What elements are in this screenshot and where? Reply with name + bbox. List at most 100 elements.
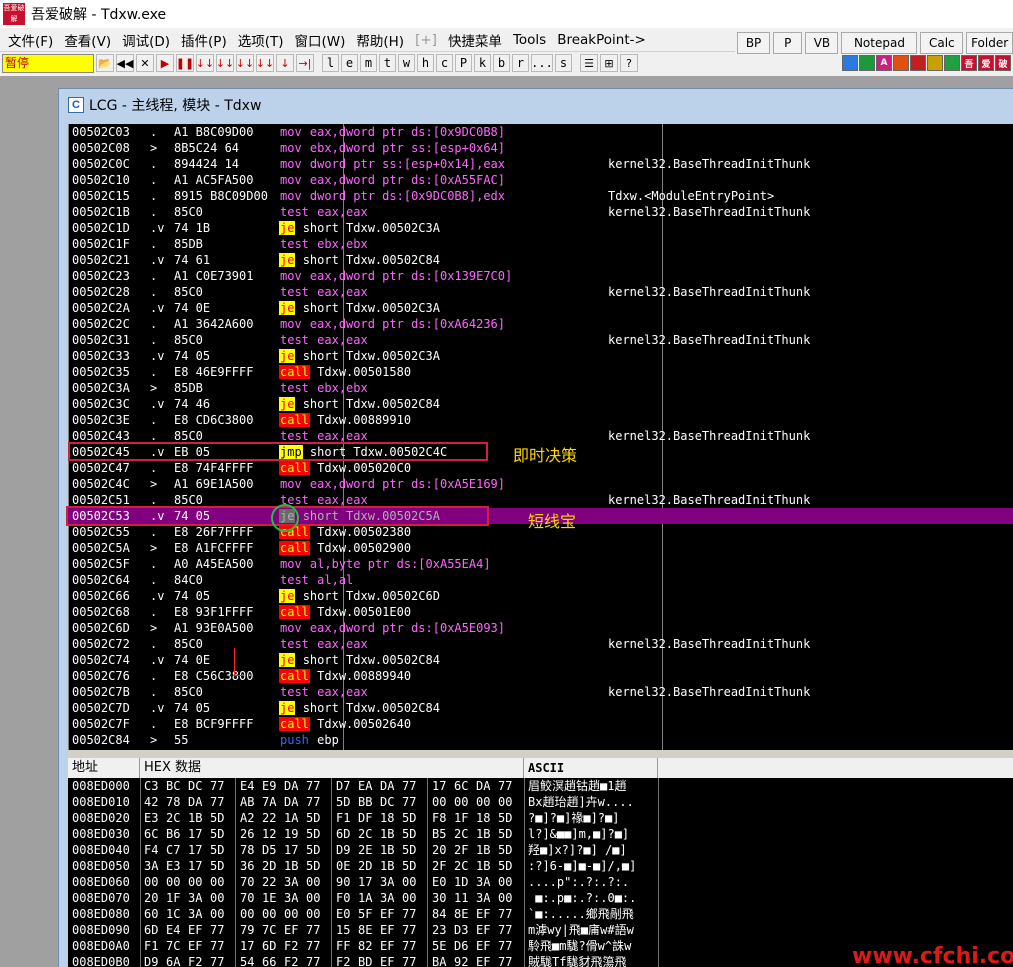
toolbar-button[interactable]: ✕ [136, 54, 154, 72]
window-button-w[interactable]: w [398, 54, 415, 72]
toolbar-button[interactable]: ▶ [156, 54, 174, 72]
menu-item[interactable]: 插件(P) [177, 30, 234, 50]
disasm-row[interactable]: 00502C74 .v 74 0E je short Tdxw.00502C84 [68, 652, 1013, 668]
menu-item[interactable]: 帮助(H) [352, 30, 411, 50]
dump-col-address[interactable]: 地址 [68, 758, 140, 778]
disasm-row[interactable]: 00502C08 >8B5C24 64 mov ebx,dword ptr ss:[… [68, 140, 1013, 156]
plugin-button[interactable]: 破 [995, 55, 1011, 71]
window-button-b[interactable]: b [493, 54, 510, 72]
menu-item[interactable]: 窗口(W) [291, 30, 353, 50]
disasm-row[interactable]: 00502C1F. 85DB test ebx,ebx [68, 236, 1013, 252]
menu-item[interactable]: 快捷菜单 [444, 30, 509, 50]
quick-button-vb[interactable]: VB [805, 32, 839, 54]
plugin-button[interactable]: A [876, 55, 892, 71]
disasm-row[interactable]: 00502C7F. E8 BCF9FFFF call Tdxw.00502640 [68, 716, 1013, 732]
cpu-window-titlebar[interactable]: C LCG - 主线程, 模块 - Tdxw [59, 89, 1013, 121]
disasm-row[interactable]: 00502C33 .v 74 05 je short Tdxw.00502C3A [68, 348, 1013, 364]
window-button-more[interactable]: ... [531, 54, 553, 72]
disasm-row[interactable]: 00502C5F. A0 A45EA500 mov al,byte ptr ds:[… [68, 556, 1013, 572]
disasm-row[interactable]: 00502C10. A1 AC5FA500 mov eax,dword ptr ds… [68, 172, 1013, 188]
toolbar-button[interactable]: →| [296, 54, 314, 72]
window-button-l[interactable]: l [322, 54, 339, 72]
window-button-r[interactable]: r [512, 54, 529, 72]
dump-row[interactable]: 008ED050 3A E3 17 5D 36 2D 1B 5D 0E 2D 1B 5D 2F 2C 1B 5D… [68, 858, 1013, 874]
disasm-row[interactable]: 00502C35. E8 46E9FFFF call Tdxw.00501580 [68, 364, 1013, 380]
dump-row[interactable]: 008ED040 F4 C7 17 5D 78 D5 17 5D D9 2E 1B 5D 20 2F 1B 5D… [68, 842, 1013, 858]
toolbar-button[interactable]: 📂 [96, 54, 114, 72]
dump-col-ascii[interactable]: ASCII [524, 758, 658, 778]
disasm-row[interactable]: 00502C2A .v 74 0E je short Tdxw.00502C3A [68, 300, 1013, 316]
window-button-t[interactable]: t [379, 54, 396, 72]
disassembly-pane[interactable]: 00502C03. A1 B8C09D00 mov eax,dword ptr ds… [68, 124, 1013, 750]
window-button-m[interactable]: m [360, 54, 377, 72]
dump-col-hex[interactable]: HEX 数据 [140, 758, 524, 778]
plugin-button[interactable] [927, 55, 943, 71]
disasm-row[interactable]: 00502C68. E8 93F1FFFF call Tdxw.00501E00 [68, 604, 1013, 620]
menu-item[interactable]: 选项(T) [234, 30, 291, 50]
window-button-k[interactable]: k [474, 54, 491, 72]
disasm-row[interactable]: 00502C3E. E8 CD6C3800 call Tdxw.00889910 [68, 412, 1013, 428]
disasm-row[interactable]: 00502C5A > E8 A1FCFFFF call Tdxw.00502900 [68, 540, 1013, 556]
dump-row[interactable]: 008ED090 6D E4 EF 77 79 7C EF 77 15 8E EF 77 23 D3 EF 77… [68, 922, 1013, 938]
disasm-row[interactable]: 00502C72. 85C0 test eax,eax kernel32.BaseTh… [68, 636, 1013, 652]
dump-row[interactable]: 008ED030 6C B6 17 5D 26 12 19 5D 6D 2C 1B 5D B5 2C 1B 5D… [68, 826, 1013, 842]
menu-item[interactable]: 查看(V) [60, 30, 118, 50]
disasm-row[interactable]: 00502C28. 85C0 test eax,eax kernel32.BaseTh… [68, 284, 1013, 300]
disasm-row[interactable]: 00502C4C > A1 69E1A500 mov eax,dword ptr ds… [68, 476, 1013, 492]
disasm-row[interactable]: 00502C1D .v 74 1B je short Tdxw.00502C3A [68, 220, 1013, 236]
disasm-row[interactable]: 00502C3C .v 74 46 je short Tdxw.00502C84 [68, 396, 1013, 412]
window-button-p[interactable]: P [455, 54, 472, 72]
disasm-row[interactable]: 00502C3A >85DB test ebx,ebx [68, 380, 1013, 396]
window-button-c[interactable]: c [436, 54, 453, 72]
toolbar-extra-button[interactable]: ☰ [580, 54, 598, 72]
disasm-row[interactable]: 00502C6D > A1 93E0A500 mov eax,dword ptr ds… [68, 620, 1013, 636]
plugin-button[interactable] [842, 55, 858, 71]
pane-splitter[interactable] [68, 750, 1013, 758]
menu-item[interactable]: 文件(F) [4, 30, 60, 50]
menu-item[interactable]: Tools [509, 32, 553, 48]
window-button-s[interactable]: s [555, 54, 572, 72]
disasm-row[interactable]: 00502C66 .v 74 05 je short Tdxw.00502C6D [68, 588, 1013, 604]
disasm-row[interactable]: 00502C23. A1 C0E73901 mov eax,dword ptr ds… [68, 268, 1013, 284]
plugin-button[interactable] [859, 55, 875, 71]
plugin-button[interactable] [944, 55, 960, 71]
dump-row[interactable]: 008ED060 00 00 00 00 70 22 3A 00 90 17 3A 00 E0 1D 3A 00… [68, 874, 1013, 890]
quick-button-folder[interactable]: Folder [966, 32, 1013, 54]
disasm-row[interactable]: 00502C2C. A1 3642A600 mov eax,dword ptr ds… [68, 316, 1013, 332]
dump-row[interactable]: 008ED070 20 1F 3A 00 70 1E 3A 00 F0 1A 3A 00 30 11 3A 00… [68, 890, 1013, 906]
memory-dump-pane[interactable]: 008ED000 C3 BC DC 77 E4 E9 DA 77 D7 EA DA 77 17 6C DA 77… [68, 778, 1013, 967]
dump-row[interactable]: 008ED020 E3 2C 1B 5D A2 22 1A 5D F1 DF 18 5D F8 1F 18 5D… [68, 810, 1013, 826]
toolbar-button[interactable]: ◀◀ [116, 54, 134, 72]
disasm-row[interactable]: 00502C7D .v 74 05 je short Tdxw.00502C84 [68, 700, 1013, 716]
disasm-row[interactable]: 00502C21 .v 74 61 je short Tdxw.00502C84 [68, 252, 1013, 268]
window-button-e[interactable]: e [341, 54, 358, 72]
toolbar-button[interactable]: ↓↓ [196, 54, 214, 72]
plugin-button[interactable] [893, 55, 909, 71]
toolbar-button[interactable]: ❚❚ [176, 54, 194, 72]
dump-row[interactable]: 008ED010 42 78 DA 77 AB 7A DA 77 5D BB DC 77 00 00 00 00… [68, 794, 1013, 810]
toolbar-button[interactable]: ↓ [276, 54, 294, 72]
window-button-h[interactable]: h [417, 54, 434, 72]
disasm-row[interactable]: 00502C76. E8 C56C3800 call Tdxw.00889940 [68, 668, 1013, 684]
toolbar-extra-button[interactable]: ? [620, 54, 638, 72]
menu-item[interactable]: BreakPoint-> [553, 32, 653, 48]
quick-button-p[interactable]: P [773, 32, 803, 54]
toolbar-button[interactable]: ↓↓ [256, 54, 274, 72]
dump-row[interactable]: 008ED000 C3 BC DC 77 E4 E9 DA 77 D7 EA DA 77 17 6C DA 77… [68, 778, 1013, 794]
disasm-row[interactable]: 00502C15. 8915 B8C09D00 mov dword ptr ds:[… [68, 188, 1013, 204]
plugin-button[interactable]: 吾 [961, 55, 977, 71]
toolbar-button[interactable]: ↓↓ [216, 54, 234, 72]
toolbar-extra-button[interactable]: ⊞ [600, 54, 618, 72]
plugin-button[interactable] [910, 55, 926, 71]
disasm-row[interactable]: 00502C1B. 85C0 test eax,eax kernel32.BaseTh… [68, 204, 1013, 220]
menu-item[interactable]: 调试(D) [118, 30, 177, 50]
dump-row[interactable]: 008ED080 60 1C 3A 00 00 00 00 00 E0 5F EF 77 84 8E EF 77… [68, 906, 1013, 922]
quick-button-notepad[interactable]: Notepad [841, 32, 918, 54]
disasm-row[interactable]: 00502C31. 85C0 test eax,eax kernel32.BaseTh… [68, 332, 1013, 348]
quick-button-calc[interactable]: Calc [920, 32, 964, 54]
toolbar-button[interactable]: ↓↓ [236, 54, 254, 72]
disasm-row[interactable]: 00502C84 >55 push ebp [68, 732, 1013, 748]
disasm-row[interactable]: 00502C03. A1 B8C09D00 mov eax,dword ptr ds… [68, 124, 1013, 140]
menu-item[interactable]: [+] [411, 32, 444, 48]
disasm-row[interactable]: 00502C64. 84C0 test al,al [68, 572, 1013, 588]
